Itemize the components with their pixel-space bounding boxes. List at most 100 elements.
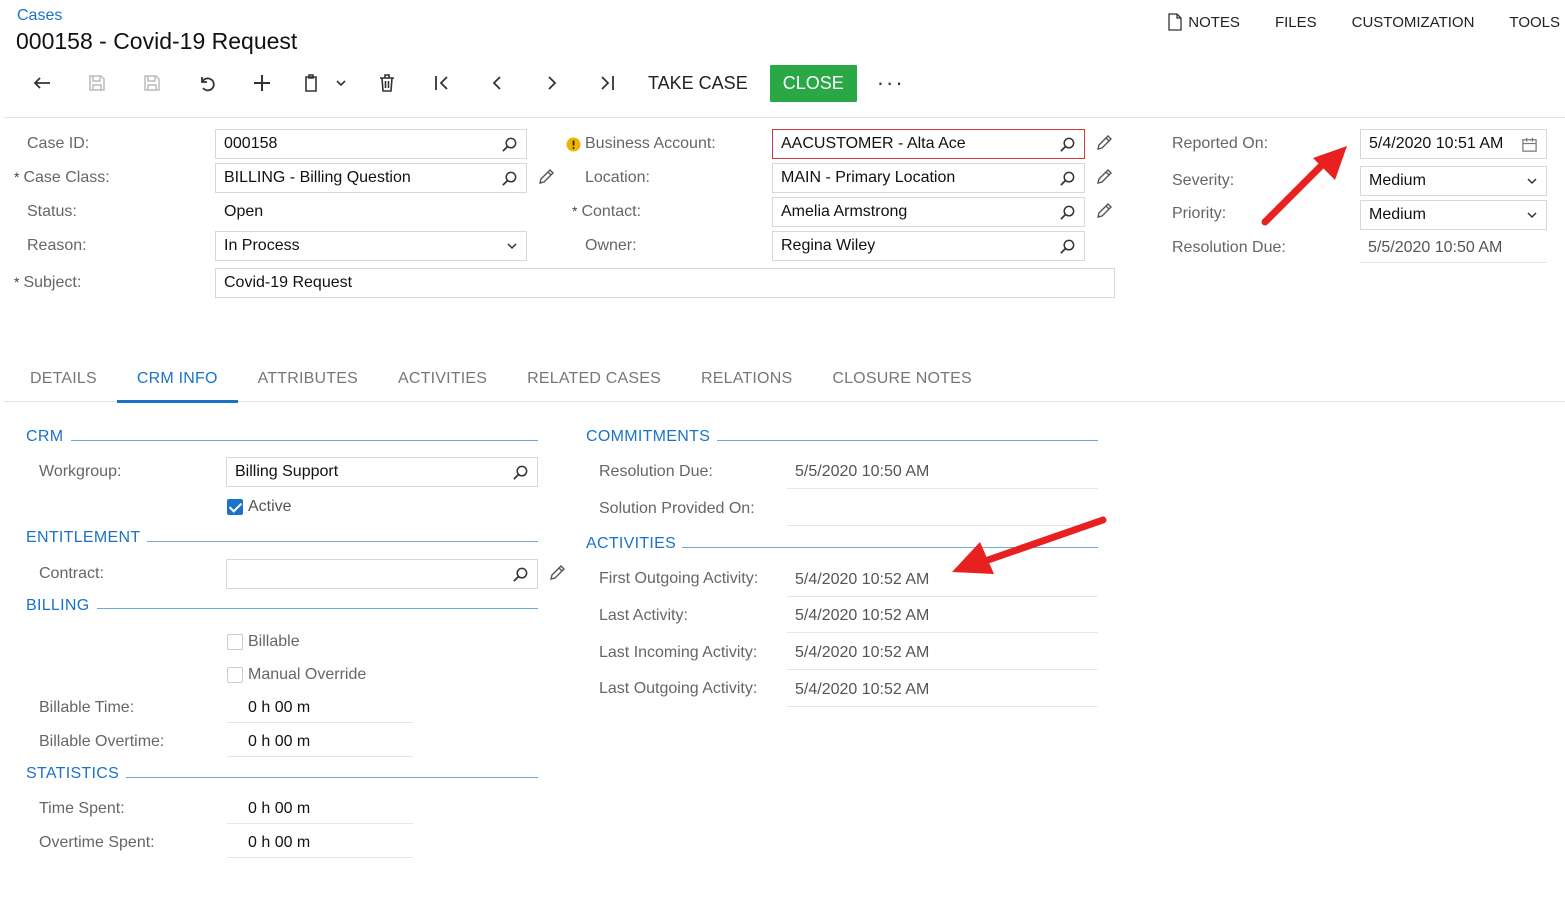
last-activity-label: Last Activity:: [599, 607, 688, 624]
chevron-left-icon: [492, 76, 501, 90]
tab-relations[interactable]: RELATIONS: [681, 356, 812, 402]
last-record-button[interactable]: [579, 64, 634, 102]
section-entitlement-heading: ENTITLEMENT: [26, 529, 141, 546]
reported-on-field[interactable]: 5/4/2020 10:51 AM: [1360, 129, 1547, 159]
edit-business-account-pencil-icon[interactable]: [1095, 134, 1113, 152]
files-link[interactable]: FILES: [1275, 13, 1317, 31]
tab-activities[interactable]: ACTIVITIES: [378, 356, 507, 402]
workgroup-value: Billing Support: [235, 463, 339, 480]
case-class-label: * Case Class:: [14, 169, 110, 187]
add-button[interactable]: [234, 64, 289, 102]
document-icon: [1168, 13, 1182, 31]
overtime-spent-value: 0 h 00 m: [227, 834, 413, 858]
severity-value: Medium: [1369, 172, 1426, 189]
save-and-close-button[interactable]: [69, 64, 124, 102]
tab-related-cases[interactable]: RELATED CASES: [507, 356, 681, 402]
first-outgoing-label: First Outgoing Activity:: [599, 570, 759, 587]
search-icon[interactable]: [512, 464, 529, 481]
edit-contract-pencil-icon[interactable]: [548, 564, 566, 582]
location-field[interactable]: MAIN - Primary Location: [772, 163, 1085, 193]
active-label: Active: [248, 498, 292, 515]
save-icon: [143, 75, 160, 91]
undo-button[interactable]: [179, 64, 234, 102]
business-account-value: AACUSTOMER - Alta Ace: [781, 135, 966, 152]
tab-closure-notes[interactable]: CLOSURE NOTES: [812, 356, 992, 402]
take-case-button[interactable]: TAKE CASE: [634, 64, 762, 102]
manual-override-checkbox-row[interactable]: Manual Override: [227, 666, 366, 684]
last-record-icon: [600, 76, 614, 90]
delete-button[interactable]: [359, 64, 414, 102]
last-outgoing-label: Last Outgoing Activity:: [599, 680, 758, 697]
required-mark: *: [572, 203, 578, 219]
close-button[interactable]: CLOSE: [769, 64, 857, 102]
last-incoming-label: Last Incoming Activity:: [599, 644, 758, 661]
contract-field[interactable]: [226, 559, 538, 589]
first-record-icon: [434, 76, 448, 90]
location-label: Location:: [585, 169, 650, 186]
required-mark: *: [14, 274, 20, 290]
section-divider: [71, 440, 538, 441]
tools-link[interactable]: TOOLS: [1509, 13, 1560, 31]
back-arrow-icon: [33, 77, 50, 89]
resolution-due-value: 5/5/2020 10:50 AM: [1360, 239, 1547, 263]
search-icon[interactable]: [501, 170, 518, 187]
case-class-field[interactable]: BILLING - Billing Question: [215, 163, 527, 193]
subject-value: Covid-19 Request: [224, 274, 353, 291]
search-icon[interactable]: [1059, 136, 1076, 153]
subject-field[interactable]: Covid-19 Request: [215, 268, 1115, 298]
save-close-icon: [88, 75, 105, 91]
owner-field[interactable]: Regina Wiley: [772, 231, 1085, 261]
case-class-value: BILLING - Billing Question: [224, 169, 411, 186]
search-icon[interactable]: [1059, 170, 1076, 187]
next-record-button[interactable]: [524, 64, 579, 102]
manual-override-checkbox[interactable]: [227, 667, 243, 683]
edit-contact-pencil-icon[interactable]: [1095, 202, 1113, 220]
search-icon[interactable]: [512, 566, 529, 583]
active-checkbox[interactable]: [227, 499, 243, 515]
tab-crm-info[interactable]: CRM INFO: [116, 356, 238, 403]
breadcrumb[interactable]: Cases: [17, 7, 62, 25]
clipboard-icon: [305, 74, 317, 92]
billable-checkbox-row[interactable]: Billable: [227, 633, 300, 651]
edit-case-class-pencil-icon[interactable]: [537, 168, 555, 186]
active-checkbox-row[interactable]: Active: [227, 498, 292, 516]
solution-provided-label: Solution Provided On:: [599, 500, 755, 517]
reason-value: In Process: [224, 237, 300, 254]
search-icon[interactable]: [1059, 204, 1076, 221]
reason-select[interactable]: In Process: [215, 231, 527, 261]
copy-paste-button[interactable]: [289, 64, 359, 102]
billable-time-value: 0 h 00 m: [227, 699, 413, 723]
section-billing-heading: BILLING: [26, 597, 90, 614]
owner-value: Regina Wiley: [781, 237, 876, 254]
priority-select[interactable]: Medium: [1360, 200, 1547, 230]
search-icon[interactable]: [501, 136, 518, 153]
first-record-button[interactable]: [414, 64, 469, 102]
customization-link[interactable]: CUSTOMIZATION: [1352, 13, 1475, 31]
contact-label-text: Contact:: [581, 203, 642, 220]
commit-resolution-due-label: Resolution Due:: [599, 463, 713, 480]
tab-details[interactable]: DETAILS: [10, 356, 117, 402]
manual-override-label: Manual Override: [248, 666, 367, 683]
previous-record-button[interactable]: [469, 64, 524, 102]
edit-location-pencil-icon[interactable]: [1095, 168, 1113, 186]
business-account-field[interactable]: AACUSTOMER - Alta Ace: [772, 129, 1085, 159]
back-button[interactable]: [14, 64, 69, 102]
workgroup-label: Workgroup:: [39, 463, 122, 480]
severity-select[interactable]: Medium: [1360, 166, 1547, 196]
billable-checkbox[interactable]: [227, 634, 243, 650]
undo-icon: [200, 77, 215, 92]
contact-field[interactable]: Amelia Armstrong: [772, 197, 1085, 227]
workgroup-field[interactable]: Billing Support: [226, 457, 538, 487]
tab-attributes[interactable]: ATTRIBUTES: [238, 356, 378, 402]
case-id-field[interactable]: 000158: [215, 129, 527, 159]
last-activity-value: 5/4/2020 10:52 AM: [787, 607, 1098, 633]
section-divider: [126, 777, 538, 778]
search-icon[interactable]: [1059, 238, 1076, 255]
calendar-icon[interactable]: [1521, 136, 1538, 153]
notes-link[interactable]: NOTES: [1167, 13, 1240, 31]
annotation-arrow-icon: [1261, 146, 1347, 226]
required-mark: *: [14, 169, 20, 185]
more-actions-button[interactable]: ···: [865, 70, 917, 96]
save-button[interactable]: [124, 64, 179, 102]
severity-label: Severity:: [1172, 172, 1235, 189]
